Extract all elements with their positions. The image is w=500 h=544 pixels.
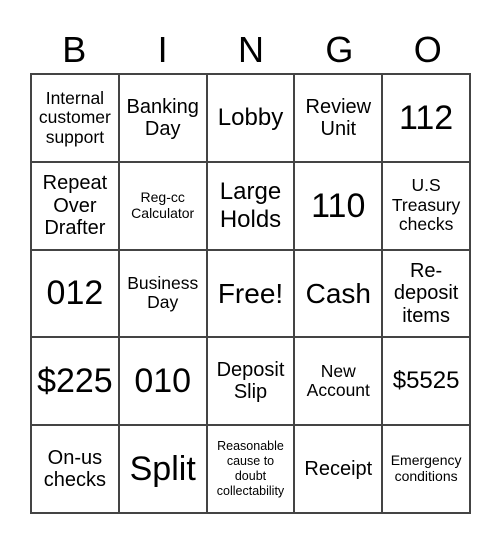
bingo-cell[interactable]: Re-deposit items: [382, 249, 470, 338]
bingo-cell[interactable]: $5525: [382, 337, 470, 426]
bingo-cell[interactable]: 110: [294, 161, 383, 250]
free-space-cell[interactable]: Free!: [206, 249, 295, 338]
header-letter-b: B: [62, 29, 87, 70]
bingo-cell[interactable]: Receipt: [294, 425, 383, 513]
bingo-cell[interactable]: New Account: [294, 337, 383, 426]
bingo-cell[interactable]: 010: [118, 337, 207, 426]
bingo-cell[interactable]: Banking Day: [118, 74, 207, 162]
bingo-board: Internal customer support Banking Day Lo…: [30, 73, 471, 514]
header-letter-i: I: [157, 29, 168, 70]
bingo-cell[interactable]: Cash: [294, 249, 383, 338]
header-letter-n: N: [237, 29, 264, 70]
bingo-cell[interactable]: Emergency conditions: [382, 425, 470, 513]
bingo-cell[interactable]: Reg-cc Calculator: [118, 161, 207, 250]
bingo-cell[interactable]: $225: [31, 337, 119, 426]
bingo-cell[interactable]: Deposit Slip: [206, 337, 295, 426]
bingo-cell[interactable]: U.S Treasury checks: [382, 161, 470, 250]
bingo-cell[interactable]: Repeat Over Drafter: [31, 161, 119, 250]
bingo-cell[interactable]: Lobby: [206, 74, 295, 162]
bingo-cell[interactable]: Business Day: [118, 249, 207, 338]
bingo-cell[interactable]: 112: [382, 74, 470, 162]
bingo-cell[interactable]: Large Holds: [206, 161, 295, 250]
bingo-cell[interactable]: Reasonable cause to doubt collectability: [206, 425, 295, 513]
header-letter-o: O: [413, 29, 442, 70]
header-letter-g: G: [325, 29, 354, 70]
bingo-cell[interactable]: Review Unit: [294, 74, 383, 162]
bingo-cell[interactable]: Split: [118, 425, 207, 513]
bingo-header: B I N G O: [30, 28, 472, 72]
bingo-cell[interactable]: 012: [31, 249, 119, 338]
bingo-cell[interactable]: Internal customer support: [31, 74, 119, 162]
bingo-cell[interactable]: On-us checks: [31, 425, 119, 513]
